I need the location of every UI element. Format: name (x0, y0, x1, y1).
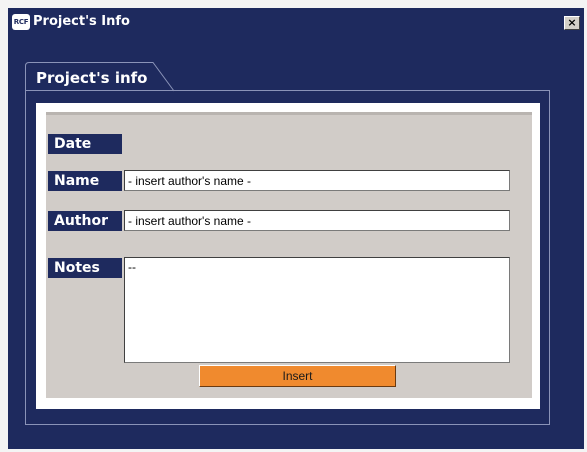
notes-label: Notes (48, 258, 122, 278)
tab-label: Project's info (36, 69, 148, 87)
app-logo-icon: RCF (12, 14, 30, 30)
window-title: Project's Info (33, 14, 130, 29)
name-input[interactable] (124, 170, 510, 191)
tab-projects-info[interactable]: Project's info (25, 62, 175, 92)
author-input[interactable] (124, 210, 510, 231)
name-label: Name (48, 171, 122, 191)
author-label: Author (48, 211, 122, 231)
insert-button[interactable]: Insert (199, 365, 396, 387)
close-icon: × (567, 16, 577, 29)
date-label: Date (48, 134, 122, 154)
title-bar[interactable]: RCF Project's Info × (8, 8, 584, 36)
notes-textarea[interactable]: -- (124, 257, 510, 363)
close-button[interactable]: × (564, 16, 580, 30)
